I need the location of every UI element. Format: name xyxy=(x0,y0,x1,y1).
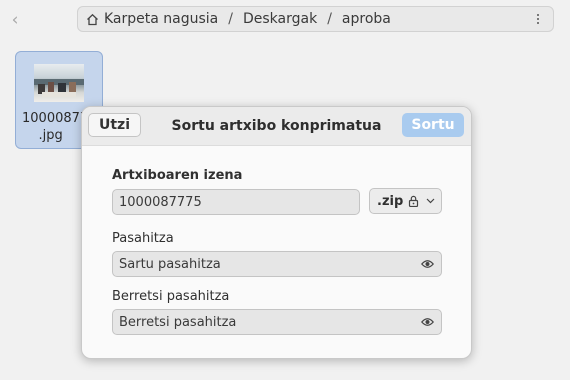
create-button[interactable]: Sortu xyxy=(402,113,464,137)
path-bar[interactable]: Karpeta nagusia / Deskargak / aproba xyxy=(77,6,554,32)
archive-name-input[interactable]: 1000087775 xyxy=(112,189,360,215)
file-name-line2: .jpg xyxy=(38,128,63,143)
dialog-header: Utzi Sortu artxibo konprimatua Sortu xyxy=(82,107,471,146)
chevron-left-icon: ‹ xyxy=(11,10,19,30)
password-placeholder: Sartu pasahitza xyxy=(119,256,221,272)
back-button[interactable]: ‹ xyxy=(6,8,24,32)
file-name-line1: 10000877 xyxy=(22,111,89,126)
password-input[interactable]: Sartu pasahitza xyxy=(112,251,442,277)
extension-label: .zip xyxy=(377,193,404,209)
breadcrumb-downloads[interactable]: Deskargak xyxy=(243,11,317,27)
archive-name-label: Artxiboaren izena xyxy=(112,168,243,183)
lock-icon xyxy=(408,195,419,207)
extension-dropdown[interactable]: .zip xyxy=(369,188,442,214)
dot xyxy=(537,22,539,24)
confirm-password-placeholder: Berretsi pasahitza xyxy=(119,314,237,330)
eye-icon[interactable] xyxy=(421,259,434,269)
archive-name-value: 1000087775 xyxy=(119,194,202,210)
dots-vertical-icon xyxy=(537,14,539,16)
breadcrumb-separator: / xyxy=(228,11,233,27)
path-menu-button[interactable] xyxy=(531,7,545,31)
breadcrumb-home[interactable]: Karpeta nagusia xyxy=(104,11,218,27)
confirm-password-label: Berretsi pasahitza xyxy=(112,289,230,304)
breadcrumb-separator: / xyxy=(327,11,332,27)
confirm-password-input[interactable]: Berretsi pasahitza xyxy=(112,309,442,335)
compress-dialog: Utzi Sortu artxibo konprimatua Sortu Art… xyxy=(81,106,472,359)
home-icon[interactable] xyxy=(86,13,99,26)
chevron-down-icon xyxy=(426,198,435,204)
dot xyxy=(537,18,539,20)
breadcrumb-current[interactable]: aproba xyxy=(342,11,391,27)
image-thumbnail xyxy=(34,64,84,102)
password-label: Pasahitza xyxy=(112,231,174,246)
eye-icon[interactable] xyxy=(421,317,434,327)
